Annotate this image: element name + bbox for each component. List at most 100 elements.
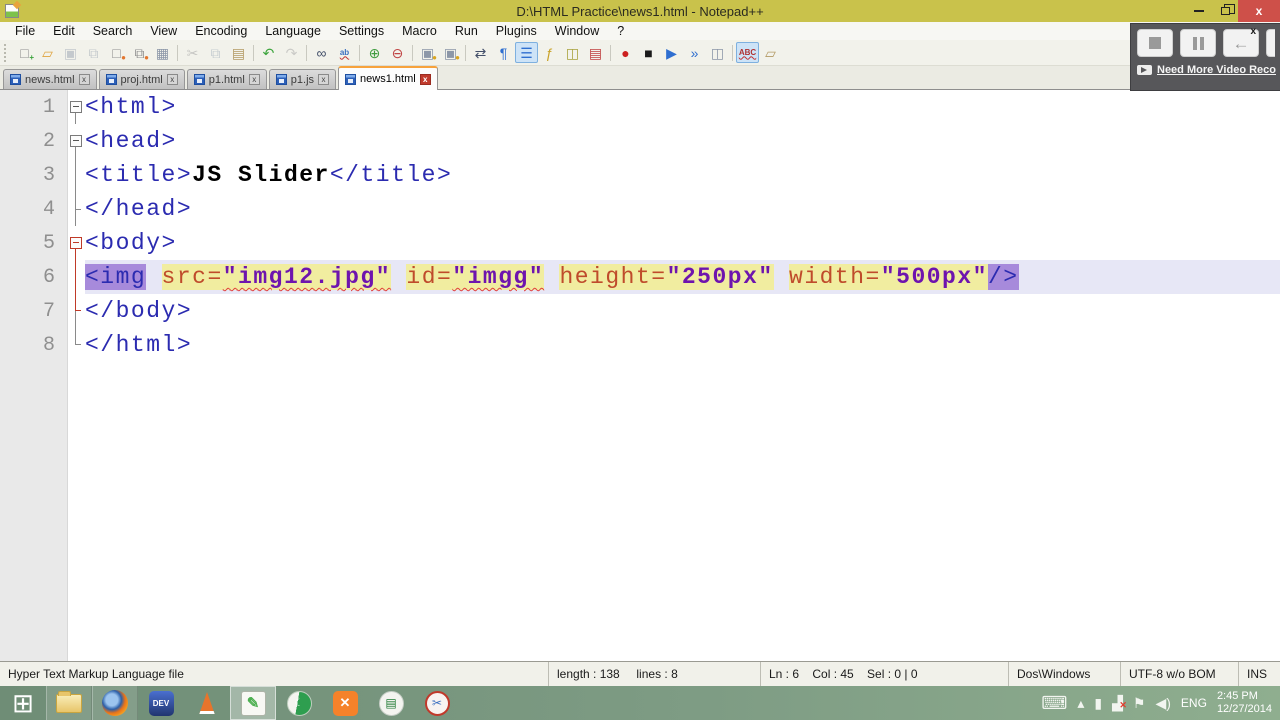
show-all-characters-button[interactable]: ¶ (492, 42, 515, 63)
recorder-close-icon[interactable]: x (1250, 26, 1256, 37)
tab-news1.html[interactable]: news1.html x (338, 66, 438, 90)
tab-close-button[interactable]: x (78, 74, 90, 85)
line-number[interactable]: 6 (0, 266, 68, 289)
tab-news.html[interactable]: news.html x (3, 69, 97, 89)
menu-run[interactable]: Run (446, 24, 487, 38)
code-line-1[interactable]: 1 <html> (0, 90, 1280, 124)
menu-language[interactable]: Language (256, 24, 330, 38)
code-line-4[interactable]: 4 </head> (0, 192, 1280, 226)
stop-recording-button[interactable] (1137, 29, 1173, 57)
close-button[interactable]: x (1238, 0, 1280, 22)
tab-close-button[interactable]: x (166, 74, 178, 85)
tab-close-button[interactable]: x (318, 74, 330, 85)
taskbar-firefox[interactable] (92, 686, 138, 720)
taskbar-snipping-tool[interactable]: ✂ (414, 686, 460, 720)
tab-p1.html[interactable]: p1.html x (186, 69, 267, 89)
tab-p1.js[interactable]: p1.js x (268, 69, 337, 89)
menu-edit[interactable]: Edit (44, 24, 84, 38)
fold-margin[interactable] (68, 158, 85, 192)
menu-settings[interactable]: Settings (330, 24, 393, 38)
fold-collapse-icon[interactable] (70, 237, 82, 249)
macro-record-button[interactable]: ● (614, 42, 637, 63)
fold-margin[interactable] (68, 192, 85, 226)
word-wrap-button[interactable]: ⇄ (469, 42, 492, 63)
taskbar-quran-app[interactable]: ▤ (368, 686, 414, 720)
undo-button[interactable]: ↶ (257, 42, 280, 63)
macro-stop-button[interactable]: ■ (637, 42, 660, 63)
taskbar-vlc[interactable] (184, 686, 230, 720)
restore-button[interactable] (1212, 0, 1238, 22)
code-line-6[interactable]: 6 <img src="img12.jpg" id="imgg" height="… (0, 260, 1280, 294)
recorder-link[interactable]: Need More Video Recor (1157, 64, 1276, 76)
show-hidden-icons[interactable]: ▴ (1077, 696, 1084, 710)
tab-close-button[interactable]: x (248, 74, 260, 85)
code-line-8[interactable]: 8 </html> (0, 328, 1280, 362)
function-list-button[interactable]: ƒ (538, 42, 561, 63)
line-number[interactable]: 2 (0, 130, 68, 153)
minimize-button[interactable] (1186, 0, 1212, 22)
line-number[interactable]: 7 (0, 300, 68, 323)
line-number[interactable]: 5 (0, 232, 68, 255)
menu-search[interactable]: Search (84, 24, 142, 38)
line-number[interactable]: 1 (0, 96, 68, 119)
print-button[interactable]: ▦ (151, 42, 174, 63)
document-switcher-button[interactable]: ▤ (584, 42, 607, 63)
tab-close-button[interactable]: x (419, 73, 431, 85)
open-file-button[interactable]: ▱ (36, 42, 59, 63)
line-number[interactable]: 8 (0, 334, 68, 357)
macro-run-multiple-button[interactable]: » (683, 42, 706, 63)
document-map-button[interactable]: ◫ (561, 42, 584, 63)
taskbar-dev-cpp[interactable]: DEV (138, 686, 184, 720)
start-button[interactable]: ⊞ (0, 686, 46, 720)
zoom-out-button[interactable]: ⊖ (386, 42, 409, 63)
new-file-button[interactable]: □ + (13, 42, 36, 63)
save-all-button[interactable]: ⧉ (82, 42, 105, 63)
find-button[interactable]: ∞ (310, 42, 333, 63)
network-icon[interactable]: ▟ ✕ (1112, 696, 1127, 710)
sync-scroll-h-button[interactable]: ▣ ● (439, 42, 462, 63)
code-line-3[interactable]: 3 <title>JS Slider</title> (0, 158, 1280, 192)
fold-margin[interactable] (68, 328, 85, 362)
taskbar-clock[interactable]: 2:45 PM 12/27/2014 (1217, 690, 1272, 716)
menu-file[interactable]: File (6, 24, 44, 38)
menu-help[interactable]: ? (608, 24, 633, 38)
pause-recording-button[interactable] (1180, 29, 1216, 57)
power-icon[interactable]: ▮ (1094, 696, 1102, 710)
fold-collapse-icon[interactable] (70, 101, 82, 113)
menu-macro[interactable]: Macro (393, 24, 446, 38)
fold-margin[interactable] (68, 260, 85, 294)
sync-scroll-v-button[interactable]: ▣ ● (416, 42, 439, 63)
fold-margin[interactable] (68, 124, 85, 158)
action-center-flag-icon[interactable]: ⚑ (1133, 696, 1146, 710)
redo-button[interactable]: ↷ (280, 42, 303, 63)
tab-proj.html[interactable]: proj.html x (98, 69, 185, 89)
toolbar-grip[interactable] (4, 43, 9, 62)
language-indicator[interactable]: ENG (1181, 696, 1207, 710)
taskbar-file-explorer[interactable] (46, 686, 92, 720)
spell-check-button[interactable]: ABC (736, 42, 759, 63)
code-line-5[interactable]: 5 <body> (0, 226, 1280, 260)
editor[interactable]: 1 <html> 2 <head> 3 <title>JS Slider</title> 4… (0, 90, 1280, 661)
indent-guide-button[interactable]: ☰ (515, 42, 538, 63)
code-line-2[interactable]: 2 <head> (0, 124, 1280, 158)
zoom-in-button[interactable]: ⊕ (363, 42, 386, 63)
fold-margin[interactable] (68, 90, 85, 124)
copy-button[interactable]: ⧉ (204, 42, 227, 63)
paste-button[interactable]: ▤ (227, 42, 250, 63)
code-line-7[interactable]: 7 </body> (0, 294, 1280, 328)
menu-window[interactable]: Window (546, 24, 608, 38)
cut-button[interactable]: ✂ (181, 42, 204, 63)
save-file-button[interactable]: ▣ (59, 42, 82, 63)
menu-plugins[interactable]: Plugins (487, 24, 546, 38)
touch-keyboard-icon[interactable]: ⌨ (1041, 694, 1067, 712)
line-number[interactable]: 4 (0, 198, 68, 221)
taskbar-notepad-plus-plus[interactable]: ✎ (230, 686, 276, 720)
macro-play-button[interactable]: ▶ (660, 42, 683, 63)
macro-save-button[interactable]: ◫ (706, 42, 729, 63)
taskbar-xampp[interactable]: ✕ (322, 686, 368, 720)
spell-check-settings-button[interactable]: ▱ (759, 42, 782, 63)
taskbar-green-globe-app[interactable]: ☾ (276, 686, 322, 720)
fold-margin[interactable] (68, 294, 85, 328)
fold-collapse-icon[interactable] (70, 135, 82, 147)
menu-encoding[interactable]: Encoding (186, 24, 256, 38)
